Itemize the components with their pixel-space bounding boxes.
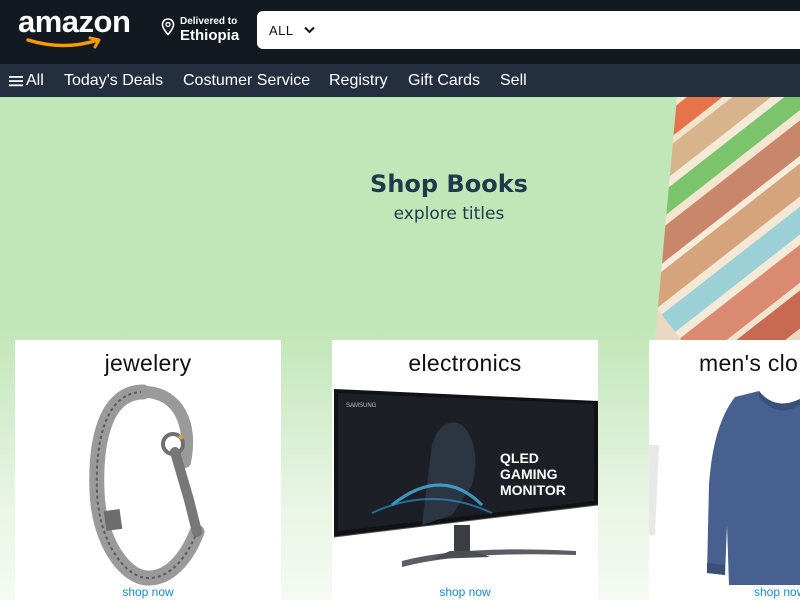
shop-now-link[interactable]: shop now [699, 585, 800, 599]
category-card-electronics[interactable]: electronics QLED GAMING MONITOR SAMSUNG … [332, 340, 598, 600]
card-title: jewelery [104, 350, 192, 376]
deliver-label: Delivered to [180, 16, 238, 27]
nav-registry[interactable]: Registry [329, 64, 388, 97]
location-pin-icon [161, 18, 175, 36]
top-header: amazon Delivered to Ethiopia ALL [0, 0, 800, 64]
category-card-mens-clothing[interactable]: men's clo shop now [649, 340, 800, 600]
monitor-brand: SAMSUNG [346, 403, 377, 409]
hero-banner[interactable]: Shop Books explore titles jewelery shop … [0, 97, 800, 600]
card-title: electronics [408, 350, 522, 376]
hamburger-menu-icon [9, 75, 23, 86]
curved-monitor-image: QLED GAMING MONITOR SAMSUNG [333, 389, 598, 567]
category-card-jewelery[interactable]: jewelery shop now [15, 340, 281, 600]
chevron-down-icon [303, 26, 315, 34]
deliver-to[interactable]: Delivered to Ethiopia [161, 13, 251, 49]
shop-now-link[interactable]: shop now [332, 585, 598, 599]
search-category-label: ALL [269, 22, 294, 38]
nav-gift-cards[interactable]: Gift Cards [408, 64, 480, 97]
nav-costumer-service[interactable]: Costumer Service [183, 64, 310, 97]
nav-sell[interactable]: Sell [500, 64, 527, 97]
smile-arrow-icon [26, 36, 101, 49]
monitor-text-3: MONITOR [500, 482, 566, 498]
sweater-image [649, 391, 800, 585]
bracelet-image [89, 384, 205, 586]
card-title: men's clo [699, 350, 799, 376]
monitor-text-1: QLED [500, 450, 539, 466]
search-input[interactable] [337, 15, 797, 45]
search-category-select[interactable]: ALL [269, 11, 315, 49]
nav-bar: All Today's Deals Costumer Service Regis… [0, 64, 800, 97]
logo-text: amazon [18, 4, 131, 39]
search-bar: ALL [257, 11, 800, 49]
nav-todays-deals[interactable]: Today's Deals [64, 64, 163, 97]
shop-now-link[interactable]: shop now [15, 585, 281, 599]
monitor-text-2: GAMING [500, 466, 558, 482]
books-stack-image [655, 97, 800, 340]
deliver-country: Ethiopia [180, 27, 240, 44]
nav-all-label: All [26, 72, 44, 89]
nav-all[interactable]: All [9, 64, 44, 97]
amazon-logo[interactable]: amazon [18, 6, 140, 50]
